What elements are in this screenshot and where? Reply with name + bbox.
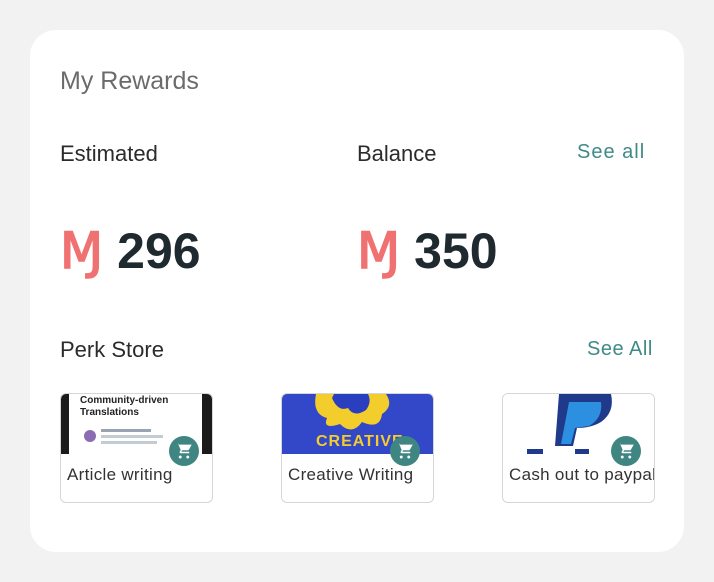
- perk-label: Creative Writing: [288, 465, 414, 484]
- estimated-value: 296: [117, 223, 201, 279]
- cart-icon[interactable]: [390, 436, 420, 466]
- balance-value: 350: [414, 223, 498, 279]
- cart-icon[interactable]: [611, 436, 641, 466]
- page-title: My Rewards: [60, 67, 199, 95]
- rewards-card: My Rewards Estimated Balance See all Ɱ 2…: [30, 30, 684, 552]
- currency-icon: Ɱ: [60, 223, 103, 279]
- currency-icon: Ɱ: [357, 223, 400, 279]
- perk-thumb-text: Community-driven Translations: [80, 395, 169, 418]
- estimated-amount: Ɱ 296: [60, 222, 201, 280]
- see-all-perks-link[interactable]: See All: [587, 338, 653, 361]
- perk-label: Article writing: [67, 465, 173, 484]
- perk-label: Cash out to paypal: [509, 465, 655, 484]
- perk-card-cash-out-paypal[interactable]: Cash out to paypal: [502, 393, 655, 503]
- perk-store-title: Perk Store: [60, 337, 164, 362]
- see-all-balance-link[interactable]: See all: [577, 141, 645, 164]
- perk-card-creative-writing[interactable]: CREATIVE Creative Writing: [281, 393, 434, 503]
- balance-amount: Ɱ 350: [357, 222, 498, 280]
- estimated-label: Estimated: [60, 141, 158, 166]
- perk-card-article-writing[interactable]: Community-driven Translations Article wr…: [60, 393, 213, 503]
- balance-label: Balance: [357, 141, 437, 166]
- cart-icon[interactable]: [169, 436, 199, 466]
